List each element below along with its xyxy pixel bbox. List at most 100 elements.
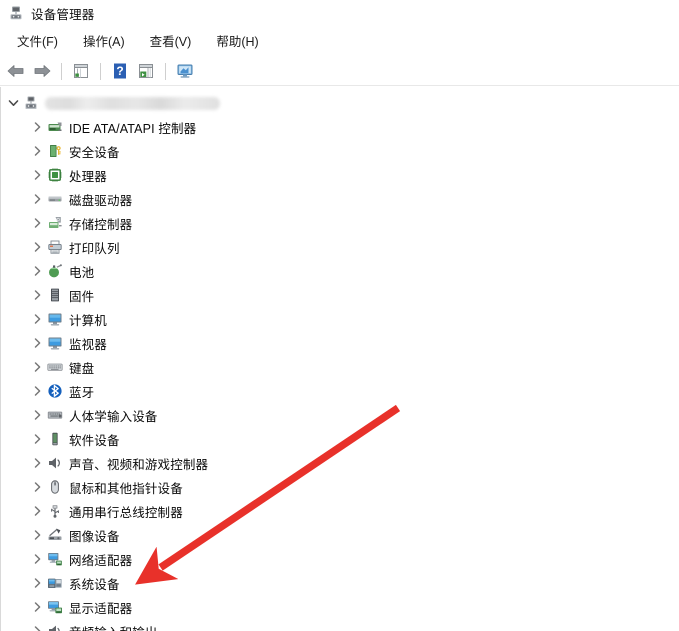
tree-item[interactable]: 监视器 [1, 331, 679, 355]
tree-item-label: 打印队列 [69, 241, 120, 256]
chevron-right-icon[interactable] [30, 311, 45, 327]
menu-file[interactable]: 文件(F) [10, 29, 65, 52]
menu-bar: 文件(F) 操作(A) 查看(V) 帮助(H) [0, 28, 679, 53]
toolbar-separator [165, 62, 166, 80]
monitor-icon [47, 335, 63, 351]
tree-item[interactable]: 安全设备 [1, 139, 679, 163]
help-icon[interactable]: ? [109, 60, 131, 82]
processor-icon [47, 167, 63, 183]
usb-controller-icon [47, 503, 63, 519]
chevron-right-icon[interactable] [30, 215, 45, 231]
print-queue-icon [47, 239, 63, 255]
mouse-icon [47, 479, 63, 495]
tree-item-label: 人体学输入设备 [69, 409, 158, 424]
chevron-right-icon[interactable] [30, 167, 45, 183]
computer-root-icon [23, 95, 39, 111]
back-arrow-icon[interactable] [5, 60, 27, 82]
tree-item-label: 鼠标和其他指针设备 [69, 481, 183, 496]
chevron-right-icon[interactable] [30, 239, 45, 255]
tree-item[interactable]: 声音、视频和游戏控制器 [1, 451, 679, 475]
tree-item-label: 监视器 [69, 337, 107, 352]
security-device-icon [47, 143, 63, 159]
firmware-icon [47, 287, 63, 303]
tree-item[interactable]: 存储控制器 [1, 211, 679, 235]
chevron-right-icon[interactable] [30, 431, 45, 447]
chevron-right-icon[interactable] [30, 263, 45, 279]
device-tree-pane[interactable]: IDE ATA/ATAPI 控制器 安全设备处理器磁盘驱动器存储控制器打印队列电池… [0, 87, 679, 631]
chevron-right-icon[interactable] [30, 191, 45, 207]
tree-item-label: 声音、视频和游戏控制器 [69, 457, 209, 472]
show-hidden-devices-icon[interactable] [135, 60, 157, 82]
tree-item[interactable]: 鼠标和其他指针设备 [1, 475, 679, 499]
tree-item-label: IDE ATA/ATAPI 控制器 [69, 121, 197, 136]
tree-item-label: 安全设备 [69, 145, 120, 160]
menu-action[interactable]: 操作(A) [76, 29, 132, 52]
tree-item-label: 固件 [69, 289, 95, 304]
computer-icon [47, 311, 63, 327]
tree-item-label: 蓝牙 [69, 385, 95, 400]
tree-item[interactable]: 固件 [1, 283, 679, 307]
chevron-right-icon[interactable] [30, 479, 45, 495]
tree-item[interactable]: 电池 [1, 259, 679, 283]
chevron-right-icon[interactable] [30, 455, 45, 471]
hid-icon [47, 407, 63, 423]
tree-item[interactable]: 软件设备 [1, 427, 679, 451]
tree-item-label: 系统设备 [69, 577, 120, 592]
tree-item-label: 处理器 [69, 169, 107, 184]
tree-item[interactable]: 音频输入和输出 [1, 619, 679, 631]
toolbar-separator [100, 62, 101, 80]
tree-item-label: 显示适配器 [69, 601, 133, 616]
chevron-right-icon[interactable] [30, 527, 45, 543]
chevron-right-icon[interactable] [30, 119, 45, 135]
network-adapter-icon [47, 551, 63, 567]
tree-item[interactable]: 处理器 [1, 163, 679, 187]
chevron-right-icon[interactable] [30, 599, 45, 615]
tree-item-label: 网络适配器 [69, 553, 133, 568]
storage-controller-icon [47, 215, 63, 231]
tree-item[interactable]: 网络适配器 [1, 547, 679, 571]
tree-item[interactable]: 系统设备 [1, 571, 679, 595]
chevron-right-icon[interactable] [30, 575, 45, 591]
tree-item[interactable]: 图像设备 [1, 523, 679, 547]
battery-icon [47, 263, 63, 279]
tree-item-label: 图像设备 [69, 529, 120, 544]
chevron-right-icon[interactable] [30, 383, 45, 399]
tree-item-label: 电池 [69, 265, 95, 280]
chevron-right-icon[interactable] [30, 623, 45, 631]
device-manager-window: 设备管理器 文件(F) 操作(A) 查看(V) 帮助(H) ? IDE ATA/… [0, 0, 679, 631]
tree-item[interactable]: 计算机 [1, 307, 679, 331]
audio-io-icon [47, 623, 63, 631]
display-adapter-icon [47, 599, 63, 615]
chevron-right-icon[interactable] [30, 551, 45, 567]
chevron-right-icon[interactable] [30, 335, 45, 351]
tree-item[interactable]: 蓝牙 [1, 379, 679, 403]
software-device-icon [47, 431, 63, 447]
tree-item[interactable]: 通用串行总线控制器 [1, 499, 679, 523]
chevron-right-icon[interactable] [30, 287, 45, 303]
tree-item-label: 磁盘驱动器 [69, 193, 133, 208]
disk-drive-icon [47, 191, 63, 207]
tree-item[interactable]: 人体学输入设备 [1, 403, 679, 427]
menu-view[interactable]: 查看(V) [143, 29, 199, 52]
chevron-right-icon[interactable] [30, 407, 45, 423]
chevron-right-icon[interactable] [30, 503, 45, 519]
redaction-bar [45, 96, 220, 110]
tree-item[interactable]: 磁盘驱动器 [1, 187, 679, 211]
chevron-right-icon[interactable] [30, 143, 45, 159]
tree-item[interactable]: 显示适配器 [1, 595, 679, 619]
redacted-computer-name [45, 96, 220, 110]
ide-controller-icon [47, 119, 63, 135]
window-title: 设备管理器 [31, 7, 95, 22]
tree-root-item[interactable] [1, 91, 679, 115]
sound-video-game-icon [47, 455, 63, 471]
properties-icon[interactable] [70, 60, 92, 82]
device-manager-icon [8, 5, 24, 21]
chevron-down-icon[interactable] [6, 95, 21, 111]
tree-item[interactable]: 键盘 [1, 355, 679, 379]
chevron-right-icon[interactable] [30, 359, 45, 375]
forward-arrow-icon[interactable] [31, 60, 53, 82]
scan-hardware-changes-icon[interactable] [174, 60, 196, 82]
menu-help[interactable]: 帮助(H) [209, 29, 265, 52]
tree-item[interactable]: 打印队列 [1, 235, 679, 259]
tree-item[interactable]: IDE ATA/ATAPI 控制器 [1, 115, 679, 139]
